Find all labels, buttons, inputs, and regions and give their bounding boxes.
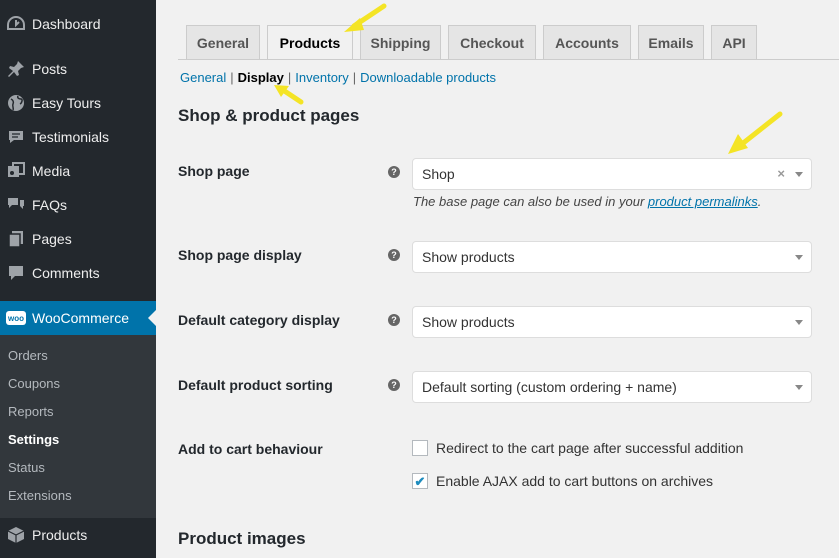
help-tip-icon[interactable]: ? xyxy=(388,249,400,261)
woo-icon: woo xyxy=(0,311,32,325)
sidebar-item-label: Easy Tours xyxy=(32,95,101,111)
subnav-separator: | xyxy=(352,70,357,85)
checkmark-icon: ✔ xyxy=(414,473,426,489)
ajax-add-to-cart-label: Enable AJAX add to cart buttons on archi… xyxy=(436,473,714,489)
default-category-display-label: Default category display xyxy=(178,312,340,328)
section-subnav: General | Display | Inventory | Downloadable p… xyxy=(180,70,496,85)
help-tip-icon[interactable]: ? xyxy=(388,166,400,178)
clear-selection-icon[interactable]: × xyxy=(777,166,785,181)
tab-baseline xyxy=(178,59,839,60)
default-product-sorting-label: Default product sorting xyxy=(178,377,333,393)
media-icon xyxy=(0,162,32,180)
annotation-arrow-icon xyxy=(728,111,783,154)
sidebar-item-pages[interactable]: Pages xyxy=(0,222,156,256)
redirect-to-cart-checkbox[interactable] xyxy=(412,440,428,456)
add-to-cart-label: Add to cart behaviour xyxy=(178,441,323,457)
shop-page-display-select[interactable]: Show products xyxy=(412,241,812,273)
product-images-title: Product images xyxy=(178,529,306,548)
sidebar-item-label: Testimonials xyxy=(32,129,110,145)
subnav-downloadable-products[interactable]: Downloadable products xyxy=(360,70,496,85)
ajax-add-to-cart-option: ✔ Enable AJAX add to cart buttons on arc… xyxy=(412,473,713,489)
subnav-general[interactable]: General xyxy=(180,70,226,85)
help-tip-icon[interactable]: ? xyxy=(388,379,400,391)
chevron-down-icon xyxy=(795,320,803,325)
product-permalinks-link[interactable]: product permalinks xyxy=(648,194,758,209)
sidebar-item-posts[interactable]: Posts xyxy=(0,52,156,86)
sidebar-item-label: Comments xyxy=(32,265,100,281)
comment-icon xyxy=(0,264,32,282)
chat-icon xyxy=(0,196,32,214)
section-title: Shop & product pages xyxy=(178,106,360,125)
sidebar-item-label: Posts xyxy=(32,61,68,77)
box-icon xyxy=(0,526,32,544)
dashboard-icon xyxy=(0,15,32,33)
tab-general[interactable]: General xyxy=(186,25,260,59)
sidebar-item-comments[interactable]: Comments xyxy=(0,256,156,290)
shop-page-display-label: Shop page display xyxy=(178,247,302,263)
tab-api[interactable]: API xyxy=(711,25,757,59)
sidebar-item-label: WooCommerce xyxy=(32,310,129,326)
sidebar-item-products[interactable]: Products xyxy=(0,518,156,552)
chevron-down-icon xyxy=(795,255,803,260)
admin-sidebar: Dashboard Posts Easy Tours Testimonials … xyxy=(0,0,156,558)
tab-accounts[interactable]: Accounts xyxy=(543,25,631,59)
pin-icon xyxy=(0,60,32,78)
submenu-item-status[interactable]: Status xyxy=(8,460,45,475)
submenu-item-coupons[interactable]: Coupons xyxy=(8,376,60,391)
ajax-add-to-cart-checkbox[interactable]: ✔ xyxy=(412,473,428,489)
annotation-arrow-icon xyxy=(274,85,304,105)
globe-icon xyxy=(0,94,32,112)
sidebar-item-dashboard[interactable]: Dashboard xyxy=(0,7,156,41)
redirect-to-cart-option: Redirect to the cart page after successf… xyxy=(412,440,743,456)
default-category-display-select[interactable]: Show products xyxy=(412,306,812,338)
default-product-sorting-select[interactable]: Default sorting (custom ordering + name) xyxy=(412,371,812,403)
current-menu-arrow xyxy=(148,310,156,326)
sidebar-item-label: Media xyxy=(32,163,71,179)
pages-icon xyxy=(0,230,32,248)
quote-icon xyxy=(0,128,32,146)
shop-page-select[interactable]: Shop × xyxy=(412,158,812,190)
sidebar-item-easy-tours[interactable]: Easy Tours xyxy=(0,86,156,120)
sidebar-item-faqs[interactable]: FAQs xyxy=(0,188,156,222)
chevron-down-icon xyxy=(795,172,803,177)
shop-page-description: The base page can also be used in your p… xyxy=(413,194,761,209)
redirect-to-cart-label: Redirect to the cart page after successf… xyxy=(436,440,744,456)
default-product-sorting-value: Default sorting (custom ordering + name) xyxy=(422,379,677,395)
shop-page-value: Shop xyxy=(422,166,455,182)
tab-emails[interactable]: Emails xyxy=(638,25,704,59)
submenu-item-settings[interactable]: Settings xyxy=(8,432,59,447)
woocommerce-submenu: Orders Coupons Reports Settings Status E… xyxy=(0,335,156,518)
submenu-item-extensions[interactable]: Extensions xyxy=(8,488,72,503)
submenu-item-reports[interactable]: Reports xyxy=(8,404,54,419)
annotation-arrow-icon xyxy=(344,3,387,32)
subnav-separator: | xyxy=(230,70,234,85)
sidebar-item-label: Products xyxy=(32,527,88,543)
sidebar-item-woocommerce[interactable]: woo WooCommerce xyxy=(0,301,156,335)
sidebar-item-testimonials[interactable]: Testimonials xyxy=(0,120,156,154)
woo-badge: woo xyxy=(6,311,26,325)
sidebar-item-label: FAQs xyxy=(32,197,68,213)
help-tip-icon[interactable]: ? xyxy=(388,314,400,326)
shop-page-display-value: Show products xyxy=(422,249,515,265)
chevron-down-icon xyxy=(795,385,803,390)
description-text: The base page can also be used in your xyxy=(413,194,648,209)
sidebar-item-label: Pages xyxy=(32,231,72,247)
shop-page-label: Shop page xyxy=(178,163,250,179)
submenu-item-orders[interactable]: Orders xyxy=(8,348,48,363)
default-category-display-value: Show products xyxy=(422,314,515,330)
description-end: . xyxy=(757,194,762,209)
tab-checkout[interactable]: Checkout xyxy=(448,25,536,59)
sidebar-item-media[interactable]: Media xyxy=(0,154,156,188)
sidebar-item-label: Dashboard xyxy=(32,16,101,32)
